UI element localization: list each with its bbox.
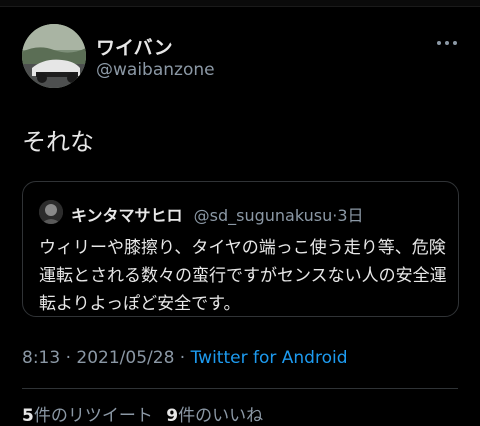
meta-separator: · [179,348,186,368]
quoted-header: キンタマサヒロ @sd_sugunakusu·3日 [71,202,364,226]
avatar-image [22,24,86,88]
author-handle[interactable]: @waibanzone [96,60,215,80]
quoted-time: 3日 [337,206,364,225]
quoted-author-avatar[interactable] [39,200,63,224]
retweets-stat[interactable]: 5件のリツイート [22,406,153,426]
quoted-author-handle[interactable]: @sd_sugunakusu [194,206,333,225]
author-avatar[interactable] [22,24,86,88]
top-border [0,0,480,7]
retweets-count: 5 [22,406,34,426]
tweet-text: それな [22,128,94,156]
meta-separator: · [65,348,71,368]
tweet-meta: 8:13 · 2021/05/28 · Twitter for Android [22,348,348,368]
quoted-avatar-image [39,200,63,224]
quoted-author-name[interactable]: キンタマサヒロ [71,206,183,225]
more-horizontal-icon [445,41,449,45]
quoted-tweet[interactable]: キンタマサヒロ @sd_sugunakusu·3日 ウィリーや膝擦り、タイヤの端… [22,181,459,317]
more-horizontal-icon [453,41,457,45]
tweet-source-link[interactable]: Twitter for Android [191,348,348,368]
likes-label: 件のいいね [178,406,264,426]
more-options-button[interactable] [432,34,462,52]
tweet-date: 2021/05/28 [76,348,175,368]
tweet-time: 8:13 [22,348,61,368]
likes-stat[interactable]: 9件のいいね [166,406,263,426]
more-horizontal-icon [437,41,441,45]
author-name[interactable]: ワイバン [96,33,173,60]
retweets-label: 件のリツイート [33,406,153,426]
likes-count: 9 [166,406,179,426]
divider [22,388,458,389]
tweet-stats: 5件のリツイート 9件のいいね [22,401,263,426]
quoted-text: ウィリーや膝擦り、タイヤの端っこ使う走り等、危険運転とされる数々の蛮行ですがセン… [39,238,447,314]
